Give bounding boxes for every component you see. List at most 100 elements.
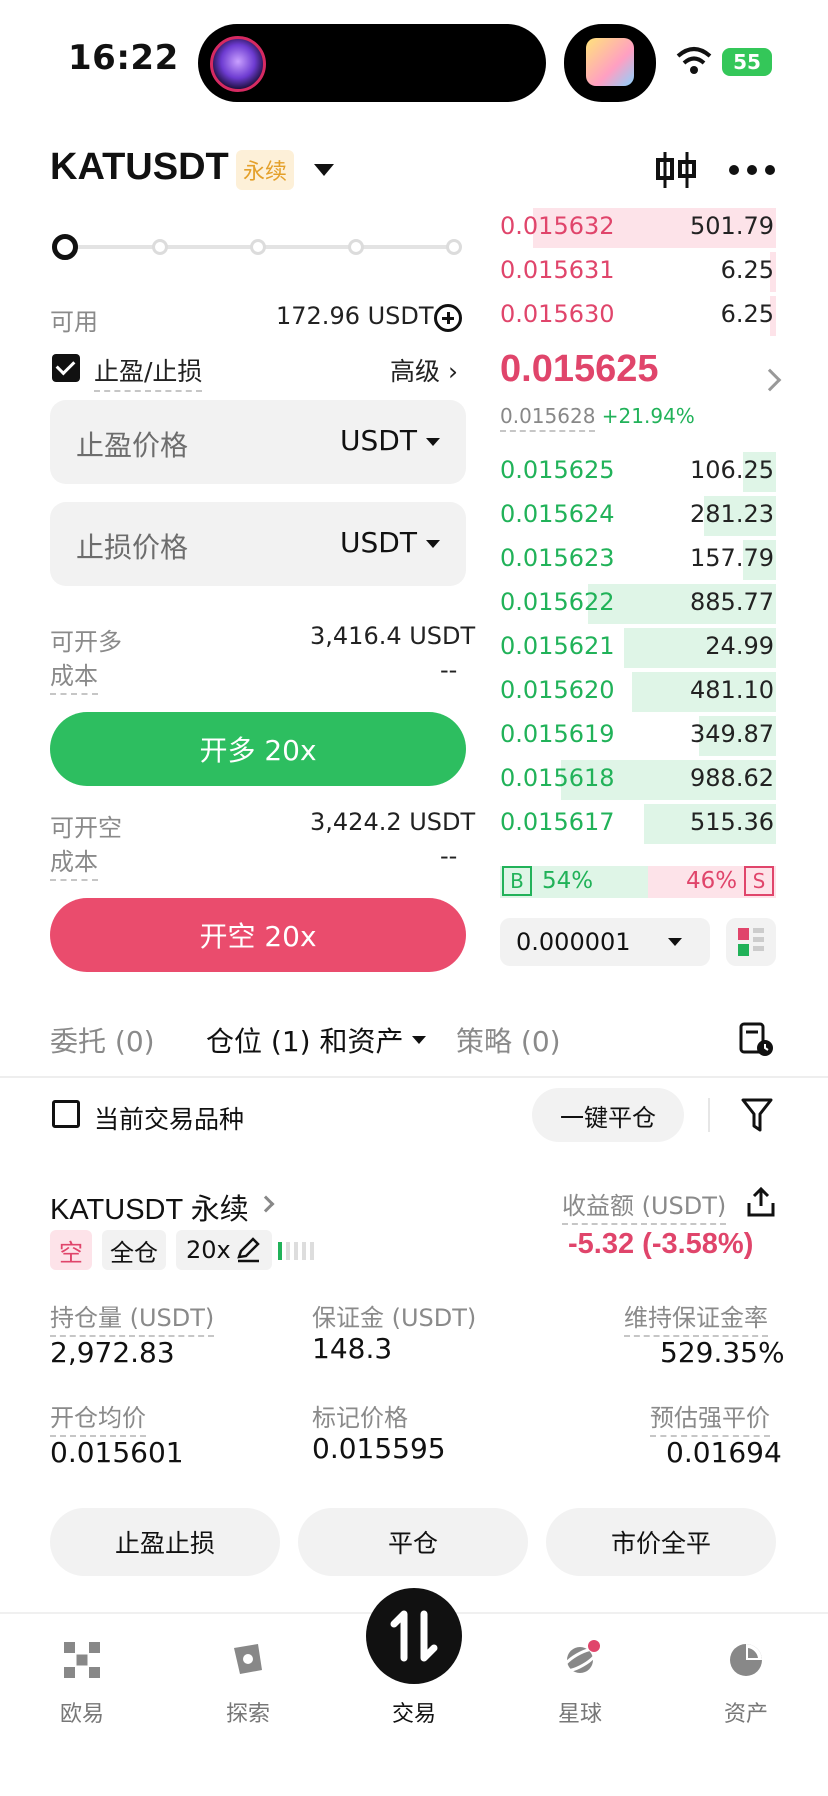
bid-row[interactable]: 0.015618 988.62 <box>500 758 776 800</box>
ask-row[interactable]: 0.015630 6.25 <box>500 294 776 336</box>
planet-icon[interactable] <box>560 1640 600 1680</box>
ask-price: 0.015631 <box>500 256 615 284</box>
leverage-tag[interactable]: 20x <box>176 1230 272 1270</box>
available-value: 172.96 USDT <box>276 302 434 330</box>
chevron-down-icon[interactable] <box>426 540 440 548</box>
more-options-icon[interactable] <box>728 164 776 176</box>
transfer-plus-icon[interactable] <box>434 304 462 332</box>
share-icon[interactable] <box>746 1186 776 1218</box>
order-history-icon[interactable] <box>738 1020 774 1058</box>
ask-qty: 6.25 <box>720 300 774 328</box>
bid-price: 0.015620 <box>500 676 615 704</box>
close-position-button[interactable]: 平仓 <box>298 1508 528 1576</box>
pnl-value: -5.32 (-3.58%) <box>568 1228 754 1260</box>
mark-price-label: 标记价格 <box>312 1404 408 1432</box>
filter-icon[interactable] <box>740 1096 774 1134</box>
bid-price: 0.015621 <box>500 632 615 660</box>
ask-qty: 6.25 <box>720 256 774 284</box>
nav-label-trade[interactable]: 交易 <box>364 1696 464 1728</box>
bid-price: 0.015625 <box>500 456 615 484</box>
compass-icon[interactable] <box>228 1640 268 1680</box>
pie-chart-icon[interactable] <box>726 1640 766 1680</box>
bid-price: 0.015622 <box>500 588 615 616</box>
tpsl-button[interactable]: 止盈止损 <box>50 1508 280 1576</box>
bid-row[interactable]: 0.015624 281.23 <box>500 494 776 536</box>
last-price[interactable]: 0.015625 <box>500 348 659 391</box>
current-symbol-label[interactable]: 当前交易品种 <box>94 1100 244 1136</box>
mmr-value: 529.35% <box>660 1336 785 1369</box>
nav-label-explore[interactable]: 探索 <box>198 1696 298 1728</box>
bid-row[interactable]: 0.015622 885.77 <box>500 582 776 624</box>
ask-qty: 501.79 <box>690 212 774 240</box>
bid-price: 0.015619 <box>500 720 615 748</box>
tab-positions[interactable]: 仓位 (1) 和资产 <box>206 1020 403 1060</box>
price-change: +21.94% <box>601 404 695 428</box>
available-label: 可用 <box>50 308 98 336</box>
bid-row[interactable]: 0.015619 349.87 <box>500 714 776 756</box>
slider-knob[interactable] <box>52 234 78 260</box>
current-symbol-checkbox[interactable] <box>52 1100 80 1128</box>
margin-value: 148.3 <box>312 1332 393 1365</box>
take-profit-placeholder: 止盈价格 <box>76 429 189 462</box>
okx-logo-icon[interactable] <box>62 1640 102 1680</box>
side-tag: 空 <box>50 1230 92 1270</box>
tpsl-checkbox[interactable] <box>52 354 80 382</box>
margin-mode-tag: 全仓 <box>102 1230 166 1270</box>
chevron-right-icon[interactable] <box>257 1195 275 1213</box>
bid-qty: 157.79 <box>690 544 774 572</box>
trade-button[interactable] <box>366 1588 462 1684</box>
mark-price: 0.015628 <box>500 404 596 432</box>
close-all-button[interactable]: 一键平仓 <box>532 1088 684 1142</box>
advanced-link[interactable]: 高级 › <box>390 352 458 388</box>
perpetual-badge: 永续 <box>236 150 294 190</box>
max-short-value: 3,424.2 USDT <box>310 808 476 836</box>
chevron-down-icon[interactable] <box>412 1036 426 1044</box>
tpsl-label[interactable]: 止盈/止损 <box>94 352 203 392</box>
chevron-right-icon[interactable] <box>758 368 782 392</box>
entry-price-label: 开仓均价 <box>50 1398 146 1437</box>
slider-step-75[interactable] <box>348 239 364 255</box>
ask-row[interactable]: 0.015632 501.79 <box>500 206 776 248</box>
entry-price-value: 0.015601 <box>50 1436 184 1469</box>
margin-label: 保证金 (USDT) <box>312 1304 477 1332</box>
ask-row[interactable]: 0.015631 6.25 <box>500 250 776 292</box>
bid-price: 0.015618 <box>500 764 615 792</box>
open-long-button[interactable]: 开多 20x <box>50 712 466 786</box>
long-cost-label: 成本 <box>50 656 98 695</box>
bid-qty: 988.62 <box>690 764 774 792</box>
trade-arrows-icon <box>390 1610 438 1662</box>
bid-row[interactable]: 0.015621 24.99 <box>500 626 776 668</box>
chevron-down-icon[interactable] <box>314 164 334 176</box>
nav-label-home[interactable]: 欧易 <box>32 1696 132 1728</box>
sl-unit-select[interactable]: USDT <box>340 526 417 559</box>
slider-step-25[interactable] <box>152 239 168 255</box>
chevron-down-icon[interactable] <box>426 438 440 446</box>
chevron-down-icon[interactable] <box>668 938 682 946</box>
nav-label-assets[interactable]: 资产 <box>696 1696 796 1728</box>
bid-row[interactable]: 0.015623 157.79 <box>500 538 776 580</box>
tab-strategies[interactable]: 策略 (0) <box>456 1020 561 1060</box>
bid-qty: 349.87 <box>690 720 774 748</box>
liq-price-label: 预估强平价 <box>650 1398 770 1437</box>
bid-qty: 106.25 <box>690 456 774 484</box>
bid-qty: 281.23 <box>690 500 774 528</box>
market-close-all-button[interactable]: 市价全平 <box>546 1508 776 1576</box>
tp-unit-select[interactable]: USDT <box>340 424 417 457</box>
pnl-label: 收益额 (USDT) <box>562 1186 727 1225</box>
candlestick-chart-icon[interactable] <box>654 148 698 192</box>
orderbook-layout-button[interactable] <box>726 918 776 966</box>
bid-qty: 481.10 <box>690 676 774 704</box>
position-title[interactable]: KATUSDT 永续 <box>50 1186 249 1228</box>
slider-step-50[interactable] <box>250 239 266 255</box>
symbol-title[interactable]: KATUSDT <box>50 146 229 189</box>
app-thumbnail-icon <box>586 38 634 86</box>
open-short-button[interactable]: 开空 20x <box>50 898 466 972</box>
slider-step-100[interactable] <box>446 239 462 255</box>
ask-price: 0.015632 <box>500 212 615 240</box>
liq-price-value: 0.01694 <box>666 1436 782 1469</box>
bid-row[interactable]: 0.015620 481.10 <box>500 670 776 712</box>
bid-row[interactable]: 0.015617 515.36 <box>500 802 776 844</box>
nav-label-planet[interactable]: 星球 <box>530 1696 630 1728</box>
tab-orders[interactable]: 委托 (0) <box>50 1020 155 1060</box>
bid-row[interactable]: 0.015625 106.25 <box>500 450 776 492</box>
